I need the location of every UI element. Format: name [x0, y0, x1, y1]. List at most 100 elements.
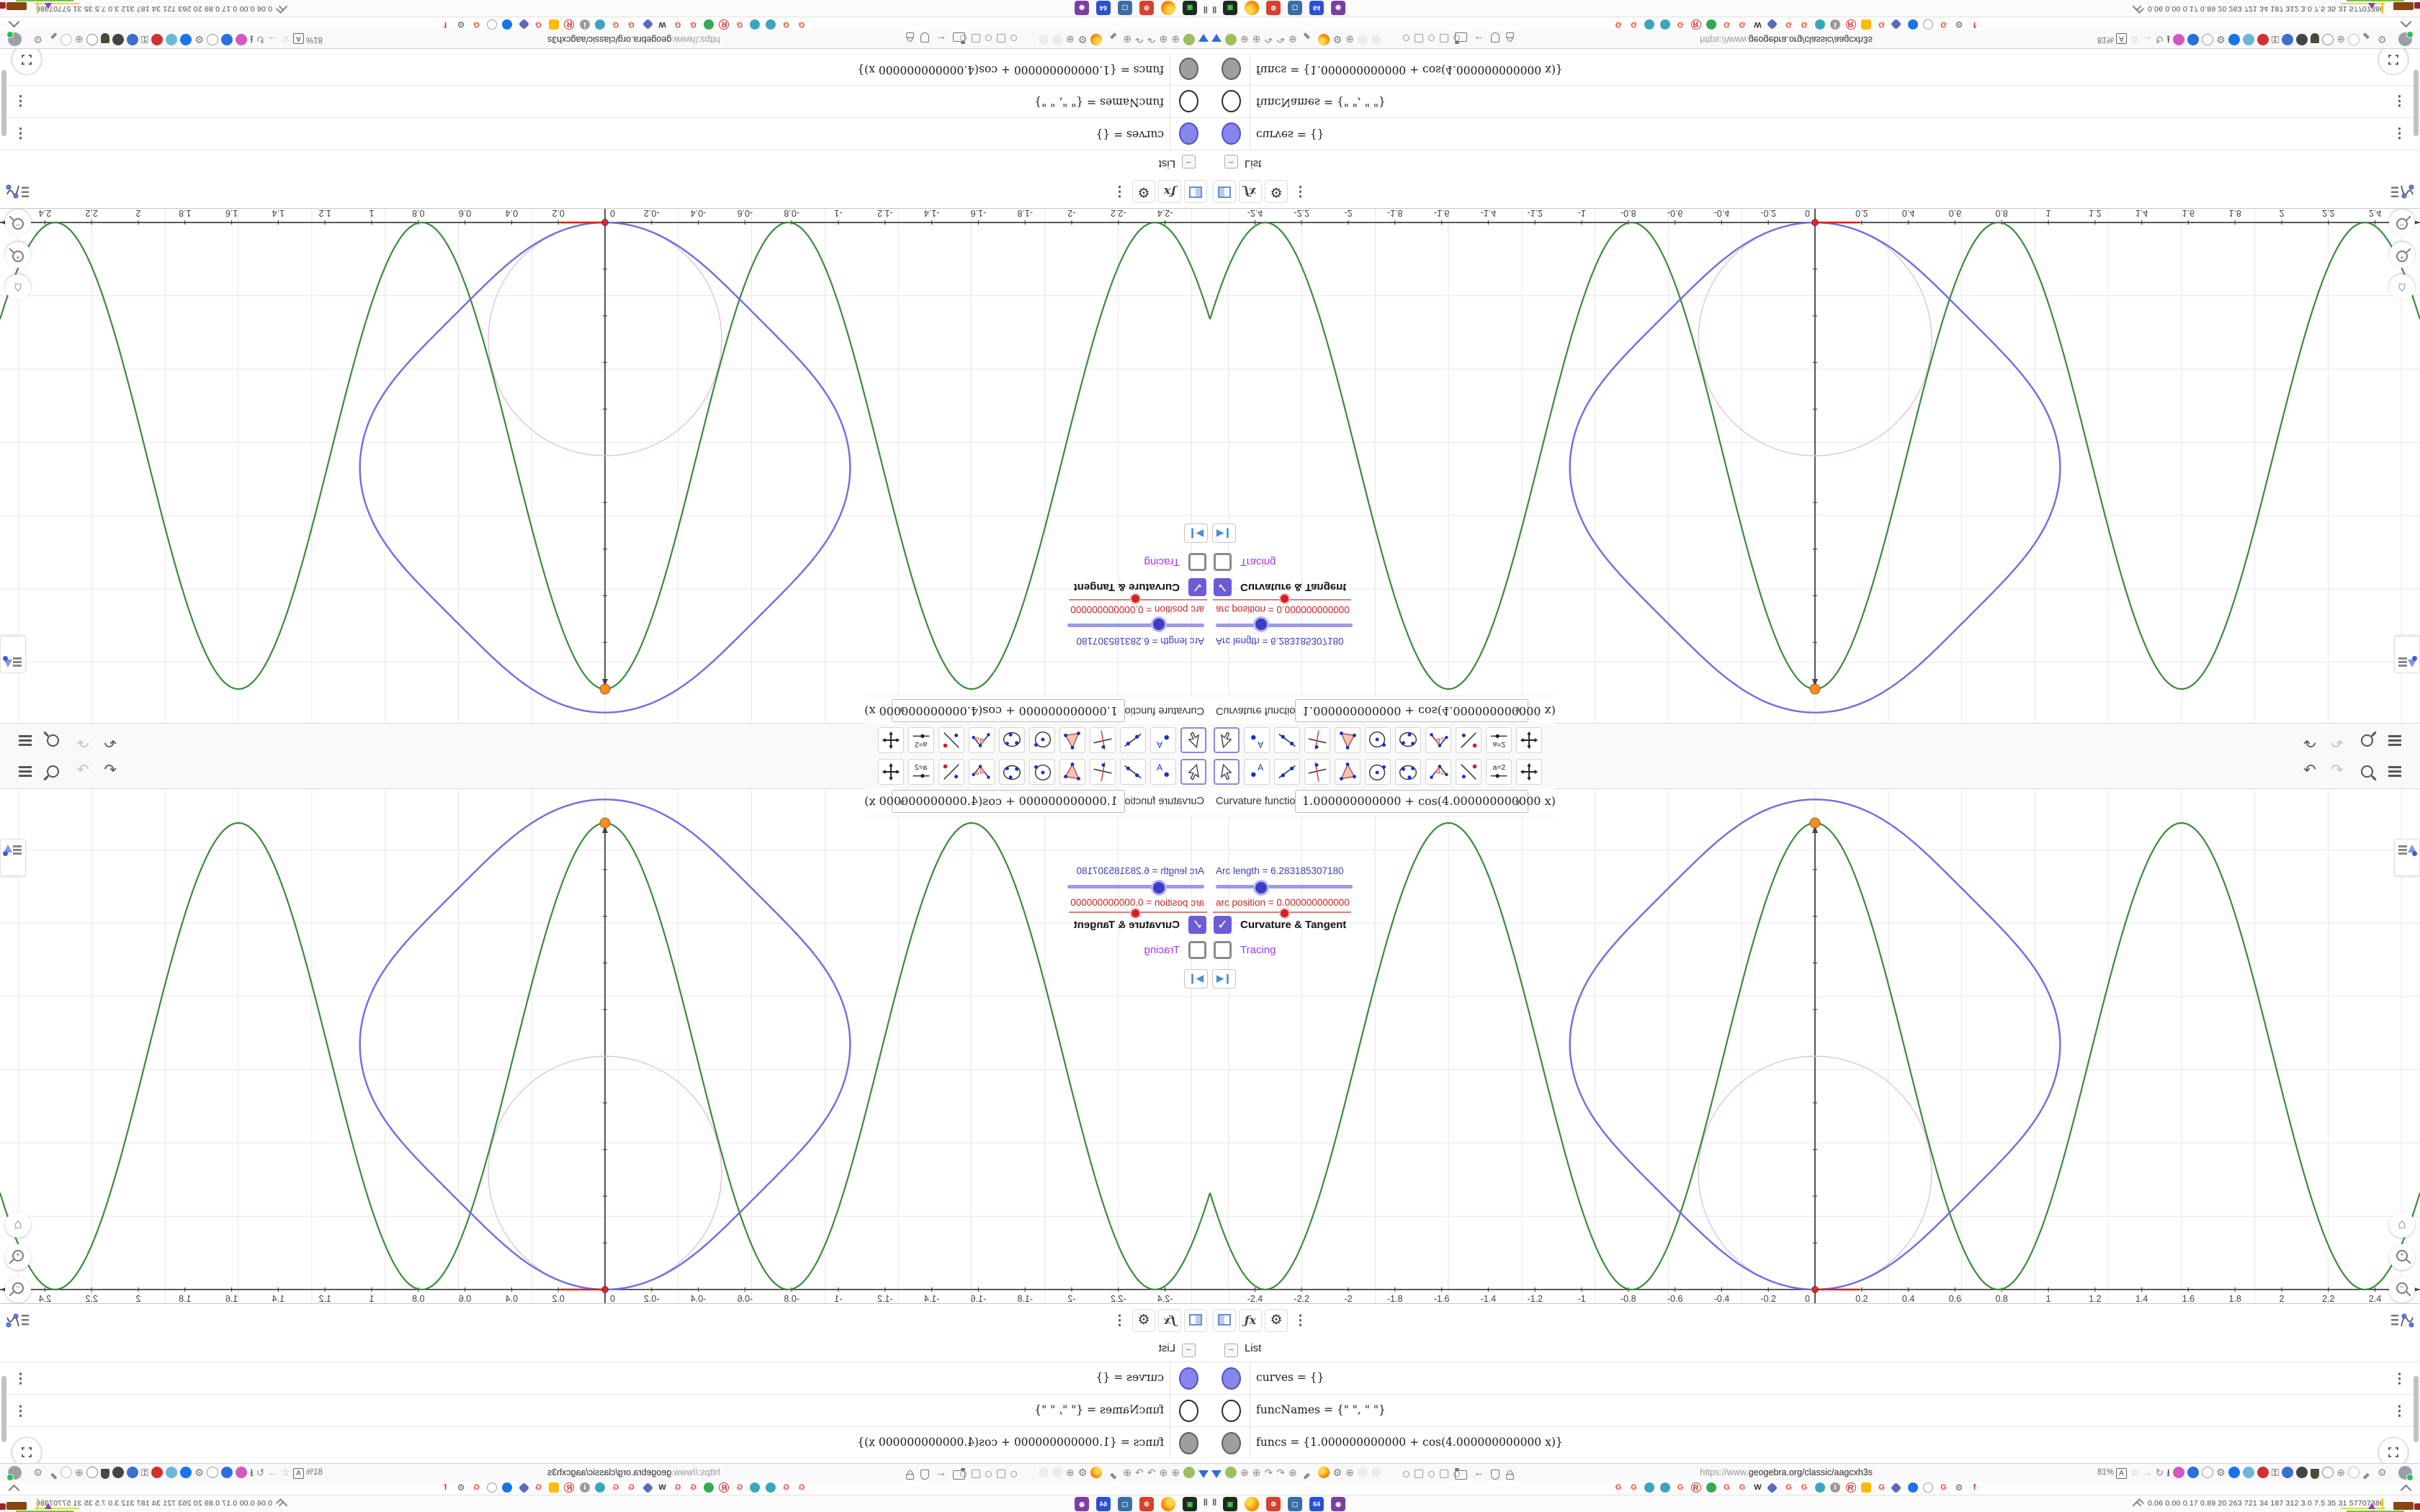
- folder-icon[interactable]: [953, 32, 965, 42]
- browser-action-icons-cluster[interactable]: A☆→↻⭳ ⚙ ⚿ ⊕ ⚙: [2116, 1466, 2390, 1480]
- bookmark-icon[interactable]: [766, 19, 776, 30]
- gear-extension-icon[interactable]: ⚙: [1333, 33, 1343, 46]
- menu-icon[interactable]: [19, 766, 32, 768]
- graph-canvas[interactable]: -2.4 -2.2 -2 -1.8 -1.6 -1.4 -1.2 -1 -0.8 -0.6 -0.4…: [1210, 788, 2420, 1303]
- navigation-icons-cluster[interactable]: ←: [900, 1466, 965, 1480]
- bookmark-icon[interactable]: [518, 1482, 530, 1494]
- globe-extension-icon[interactable]: ⊕: [1066, 33, 1075, 46]
- url-text[interactable]: https://www.geogebra.org/classic/aagcxh3…: [547, 35, 720, 45]
- row-menu-icon[interactable]: ⋮: [14, 125, 27, 141]
- bookmark-icon[interactable]: [766, 1482, 776, 1493]
- bookmark-icon[interactable]: R: [719, 19, 730, 30]
- bookmark-icon[interactable]: G: [1784, 19, 1794, 30]
- list-header-row[interactable]: − List: [0, 150, 1210, 174]
- redo-icon[interactable]: ↷: [76, 733, 89, 750]
- pause-icon[interactable]: ‖: [1212, 4, 1217, 15]
- line-tool-button[interactable]: [1274, 759, 1300, 785]
- browser-action-icons-cluster[interactable]: A☆→↻⭳ ⚙ ⚿ ⊕ ⚙: [30, 32, 304, 46]
- algebra-descriptions-icon[interactable]: [6, 180, 30, 202]
- bookmark-icon[interactable]: G: [1629, 19, 1639, 30]
- permission-dot-icon[interactable]: [1428, 34, 1435, 41]
- move-view-tool-button[interactable]: [1516, 727, 1542, 753]
- glyph-browser-icon[interactable]: ⚙: [33, 1466, 42, 1479]
- navigation-icons-cluster[interactable]: ←: [1455, 32, 1520, 46]
- chevron-down-icon[interactable]: ▼: [897, 797, 907, 808]
- glyph-browser-icon[interactable]: ⊕: [75, 1466, 84, 1479]
- bookmark-icon[interactable]: G: [781, 1482, 792, 1493]
- ghost-extension-icon[interactable]: [1039, 1467, 1049, 1477]
- permission-box-icon[interactable]: [972, 1469, 980, 1478]
- shield-dark-browser-icon[interactable]: [2311, 33, 2320, 44]
- function-dropdown[interactable]: 1.000000000000 + cos(4.000000000000 x) ▼: [864, 699, 1125, 722]
- wrench-browser-icon[interactable]: [2362, 32, 2372, 42]
- bookmark-icon[interactable]: G: [611, 1482, 621, 1493]
- permission-box-icon[interactable]: [997, 1469, 1005, 1478]
- ghost-extension-icon[interactable]: [1357, 1467, 1368, 1477]
- lock-icon[interactable]: [1506, 32, 1514, 39]
- object-visibility-toggle[interactable]: [1179, 122, 1198, 145]
- object-visibility-toggle[interactable]: [1179, 58, 1198, 80]
- arc-length-slider[interactable]: [1067, 885, 1204, 888]
- lock-icon[interactable]: [906, 1473, 914, 1480]
- bookmark-icon[interactable]: [518, 18, 530, 30]
- move-tool-button[interactable]: [1180, 727, 1206, 753]
- glyph-browser-icon[interactable]: ⚙: [2378, 33, 2387, 46]
- arc-position-slider-handle[interactable]: [1130, 593, 1141, 604]
- floppy-64-tab[interactable]: 64: [1309, 1497, 1324, 1511]
- bookmark-icon[interactable]: [1890, 1482, 1902, 1494]
- bookmark-icon[interactable]: [1814, 19, 1825, 30]
- ghost-extension-icon[interactable]: [1052, 1467, 1063, 1477]
- graph-canvas[interactable]: -2.4 -2.2 -2 -1.8 -1.6 -1.4 -1.2 -1 -0.8 -0.6 -0.4…: [1210, 209, 2420, 724]
- firefox-extension-icon[interactable]: [1317, 34, 1330, 45]
- avatar[interactable]: [2398, 32, 2412, 46]
- disc-browser-icon[interactable]: [151, 34, 163, 45]
- disc-browser-icon[interactable]: [2257, 34, 2269, 45]
- algebra-row-funcnames[interactable]: funcNames = {" ", " "} ⋮: [1210, 1394, 2420, 1427]
- conic-tool-button[interactable]: [1395, 727, 1421, 753]
- bookmark-icon[interactable]: G: [1737, 19, 1747, 30]
- navigation-icons-cluster[interactable]: ←: [900, 32, 965, 46]
- bookmark-icon[interactable]: [1814, 1482, 1825, 1493]
- zoom-level[interactable]: 81%: [306, 1468, 323, 1477]
- disc-browser-icon[interactable]: [2242, 34, 2254, 45]
- permission-box-icon[interactable]: [1415, 34, 1423, 43]
- angle-tool-button[interactable]: α: [1425, 727, 1451, 753]
- function-dropdown[interactable]: 1.000000000000 + cos(4.000000000000 x) ▼: [864, 790, 1125, 813]
- extension-icons-cluster[interactable]: ⊕⊕↷↷⊕⚙⊕: [1211, 32, 1385, 46]
- undo-icon[interactable]: ↶: [104, 762, 117, 779]
- settings-button[interactable]: ⚙: [1265, 180, 1288, 203]
- disc-browser-icon[interactable]: [220, 1467, 233, 1478]
- back-icon[interactable]: ←: [1474, 32, 1484, 46]
- function-inspector-button[interactable]: ƒx: [1158, 180, 1181, 203]
- angle-tool-button[interactable]: α: [969, 759, 995, 785]
- firefox-tab[interactable]: [1245, 1497, 1259, 1511]
- row-menu-icon[interactable]: ⋮: [2393, 125, 2406, 141]
- globe-extension-icon[interactable]: ⊕: [1160, 33, 1168, 46]
- wrench-browser-icon[interactable]: [48, 32, 58, 42]
- globe-extension-icon[interactable]: ⊕: [1289, 1466, 1297, 1479]
- glyph-browser-icon[interactable]: ⚙: [2216, 1466, 2226, 1479]
- bookmark-icon[interactable]: G: [1629, 1482, 1639, 1493]
- algebra-row-curves[interactable]: curves = {} ⋮: [1210, 1362, 2420, 1395]
- move-view-tool-button[interactable]: [878, 727, 904, 753]
- bookmark-icon[interactable]: G: [1939, 19, 1949, 30]
- bookmark-icon[interactable]: i: [1830, 19, 1840, 30]
- bookmark-icon[interactable]: ⚙: [456, 1482, 466, 1493]
- disc-browser-icon[interactable]: [2173, 1467, 2185, 1478]
- disc-browser-icon[interactable]: [151, 1467, 163, 1478]
- globe-extension-icon[interactable]: ⊕: [1289, 33, 1297, 46]
- bookmark-icon[interactable]: W: [1753, 1482, 1763, 1493]
- bookmark-icon[interactable]: [595, 1482, 606, 1493]
- bookmark-icon[interactable]: [704, 1482, 714, 1493]
- kebab-menu-icon[interactable]: ⋮: [1294, 1313, 1307, 1329]
- disc-browser-icon[interactable]: [2228, 1467, 2240, 1478]
- glyph-browser-icon[interactable]: →: [2142, 1466, 2152, 1479]
- mask-tab[interactable]: ◉: [1075, 1497, 1089, 1511]
- gauge-extension-icon[interactable]: ↷: [1147, 1466, 1156, 1479]
- gauge-extension-icon[interactable]: ↷: [1135, 1466, 1144, 1479]
- object-visibility-toggle[interactable]: [1222, 90, 1241, 112]
- browser-action-icons-cluster[interactable]: A☆→↻⭳ ⚙ ⚿ ⊕ ⚙: [30, 1466, 304, 1480]
- line-point-tool-button[interactable]: [1456, 759, 1482, 785]
- bookmark-icon[interactable]: [704, 19, 714, 30]
- bookmark-icon[interactable]: G: [1799, 1482, 1809, 1493]
